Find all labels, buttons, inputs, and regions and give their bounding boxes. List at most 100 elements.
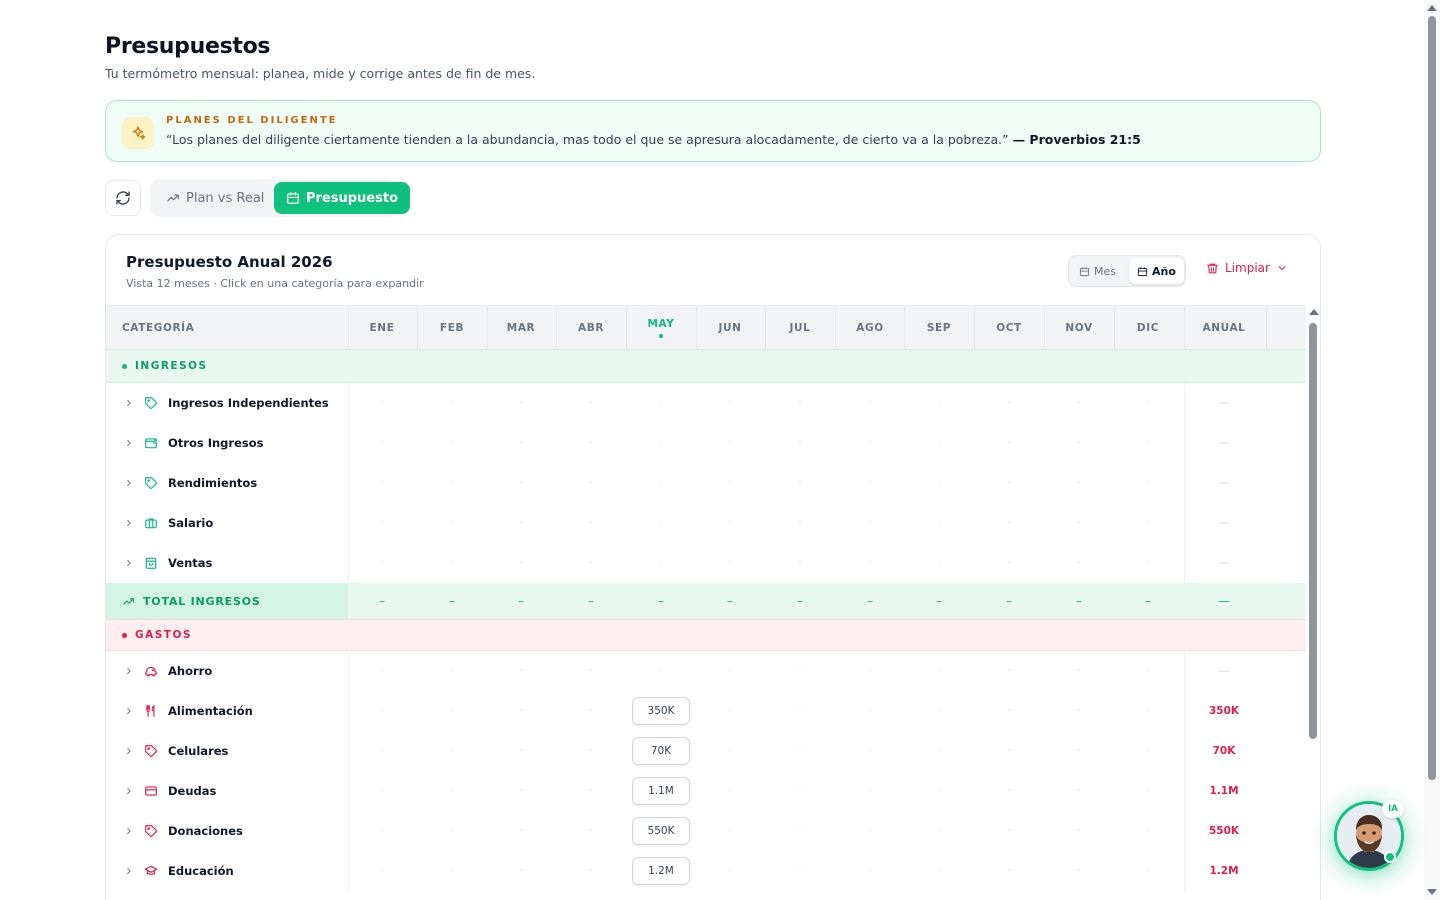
month-cell-jun[interactable]: · bbox=[700, 851, 760, 891]
month-cell-abr[interactable]: · bbox=[561, 463, 621, 503]
month-cell-ene[interactable]: · bbox=[352, 851, 412, 891]
month-cell-nov[interactable]: · bbox=[1049, 851, 1109, 891]
month-cell-mar[interactable]: · bbox=[491, 651, 551, 691]
scroll-up-arrow-icon[interactable] bbox=[1309, 309, 1319, 315]
month-cell-jul[interactable]: · bbox=[770, 463, 830, 503]
month-cell-jun[interactable]: · bbox=[700, 503, 760, 543]
month-cell-ene[interactable]: · bbox=[352, 771, 412, 811]
month-cell-ago[interactable]: · bbox=[840, 463, 900, 503]
category-name[interactable]: Ventas bbox=[124, 543, 212, 583]
table-scroll-thumb[interactable] bbox=[1309, 323, 1317, 739]
month-cell-sep[interactable]: · bbox=[909, 851, 969, 891]
budget-value-pill[interactable]: 550K bbox=[632, 817, 690, 845]
month-cell-oct[interactable]: · bbox=[979, 423, 1039, 463]
month-cell-jun[interactable]: · bbox=[700, 731, 760, 771]
month-cell-jul[interactable]: · bbox=[770, 771, 830, 811]
month-cell-may[interactable]: · bbox=[631, 463, 691, 503]
tab-plan-vs-real[interactable]: Plan vs Real bbox=[154, 182, 276, 214]
month-cell-jul[interactable]: · bbox=[770, 383, 830, 423]
month-cell-nov[interactable]: · bbox=[1049, 543, 1109, 583]
month-cell-dic[interactable]: · bbox=[1118, 651, 1178, 691]
month-cell-nov[interactable]: · bbox=[1049, 423, 1109, 463]
month-cell-dic[interactable]: · bbox=[1118, 503, 1178, 543]
category-row[interactable]: Ventas · · · · · · · · · · · · — bbox=[106, 543, 1306, 583]
month-cell-nov[interactable]: · bbox=[1049, 383, 1109, 423]
month-cell-abr[interactable]: · bbox=[561, 423, 621, 463]
month-cell-jun[interactable]: · bbox=[700, 543, 760, 583]
month-cell-oct[interactable]: · bbox=[979, 851, 1039, 891]
month-cell-nov[interactable]: · bbox=[1049, 463, 1109, 503]
month-cell-dic[interactable]: · bbox=[1118, 423, 1178, 463]
refresh-button[interactable] bbox=[105, 180, 141, 216]
month-cell-abr[interactable]: · bbox=[561, 651, 621, 691]
month-cell-jul[interactable]: · bbox=[770, 543, 830, 583]
page-scroll-up-icon[interactable] bbox=[1427, 5, 1437, 11]
category-row[interactable]: Deudas · · · · 1.1M · · · · · · · 1.1M bbox=[106, 771, 1306, 811]
month-cell-sep[interactable]: · bbox=[909, 383, 969, 423]
month-cell-ago[interactable]: · bbox=[840, 383, 900, 423]
month-cell-jun[interactable]: · bbox=[700, 811, 760, 851]
range-option-mes[interactable]: Mes bbox=[1071, 258, 1124, 284]
month-cell-mar[interactable]: · bbox=[491, 811, 551, 851]
tab-presupuesto[interactable]: Presupuesto bbox=[274, 182, 411, 214]
category-name[interactable]: Alimentación bbox=[124, 691, 253, 731]
budget-value-pill[interactable]: 350K bbox=[632, 697, 690, 725]
month-cell-may[interactable]: 1.2M bbox=[630, 851, 692, 891]
category-name[interactable]: Ahorro bbox=[124, 651, 212, 691]
chevron-right-icon[interactable] bbox=[124, 746, 134, 756]
page-scroll-thumb[interactable] bbox=[1428, 16, 1436, 780]
month-cell-jun[interactable]: · bbox=[700, 383, 760, 423]
month-cell-dic[interactable]: · bbox=[1118, 383, 1178, 423]
month-cell-jul[interactable]: · bbox=[770, 691, 830, 731]
month-cell-may[interactable]: 70K bbox=[630, 731, 692, 771]
month-cell-may[interactable]: 1.1M bbox=[630, 771, 692, 811]
category-name[interactable]: Ingresos Independientes bbox=[124, 383, 329, 423]
month-cell-jul[interactable]: · bbox=[770, 811, 830, 851]
month-cell-ago[interactable]: · bbox=[840, 811, 900, 851]
chevron-right-icon[interactable] bbox=[124, 706, 134, 716]
month-cell-jun[interactable]: · bbox=[700, 463, 760, 503]
month-cell-abr[interactable]: · bbox=[561, 503, 621, 543]
month-cell-abr[interactable]: · bbox=[561, 691, 621, 731]
chevron-right-icon[interactable] bbox=[124, 438, 134, 448]
month-cell-ene[interactable]: · bbox=[352, 423, 412, 463]
month-cell-ago[interactable]: · bbox=[840, 651, 900, 691]
month-cell-may[interactable]: · bbox=[631, 543, 691, 583]
month-cell-mar[interactable]: · bbox=[491, 731, 551, 771]
month-cell-ago[interactable]: · bbox=[840, 771, 900, 811]
month-cell-oct[interactable]: · bbox=[979, 691, 1039, 731]
month-cell-sep[interactable]: · bbox=[909, 691, 969, 731]
month-cell-jul[interactable]: · bbox=[770, 651, 830, 691]
month-cell-feb[interactable]: · bbox=[422, 383, 482, 423]
category-row[interactable]: Alimentación · · · · 350K · · · · · · · 350K bbox=[106, 691, 1306, 731]
budget-value-pill[interactable]: 1.2M bbox=[632, 857, 690, 885]
month-cell-oct[interactable]: · bbox=[979, 503, 1039, 543]
page-scrollbar[interactable] bbox=[1424, 0, 1440, 900]
month-cell-feb[interactable]: · bbox=[422, 463, 482, 503]
month-cell-ago[interactable]: · bbox=[840, 503, 900, 543]
chevron-right-icon[interactable] bbox=[124, 866, 134, 876]
month-cell-mar[interactable]: · bbox=[491, 691, 551, 731]
month-cell-mar[interactable]: · bbox=[491, 771, 551, 811]
month-cell-may[interactable]: 550K bbox=[630, 811, 692, 851]
category-row[interactable]: Ahorro · · · · · · · · · · · · — bbox=[106, 651, 1306, 691]
month-cell-abr[interactable]: · bbox=[561, 811, 621, 851]
month-cell-oct[interactable]: · bbox=[979, 463, 1039, 503]
month-cell-mar[interactable]: · bbox=[491, 503, 551, 543]
month-cell-jul[interactable]: · bbox=[770, 423, 830, 463]
month-cell-feb[interactable]: · bbox=[422, 811, 482, 851]
month-cell-mar[interactable]: · bbox=[491, 383, 551, 423]
month-cell-nov[interactable]: · bbox=[1049, 503, 1109, 543]
month-cell-ene[interactable]: · bbox=[352, 691, 412, 731]
month-cell-jul[interactable]: · bbox=[770, 731, 830, 771]
month-cell-nov[interactable]: · bbox=[1049, 691, 1109, 731]
month-cell-dic[interactable]: · bbox=[1118, 691, 1178, 731]
category-row[interactable]: Rendimientos · · · · · · · · · · · · — bbox=[106, 463, 1306, 503]
month-cell-feb[interactable]: · bbox=[422, 543, 482, 583]
month-cell-may[interactable]: · bbox=[631, 651, 691, 691]
chevron-right-icon[interactable] bbox=[124, 558, 134, 568]
month-cell-ene[interactable]: · bbox=[352, 731, 412, 771]
month-cell-ago[interactable]: · bbox=[840, 423, 900, 463]
budget-value-pill[interactable]: 1.1M bbox=[632, 777, 690, 805]
month-cell-dic[interactable]: · bbox=[1118, 771, 1178, 811]
